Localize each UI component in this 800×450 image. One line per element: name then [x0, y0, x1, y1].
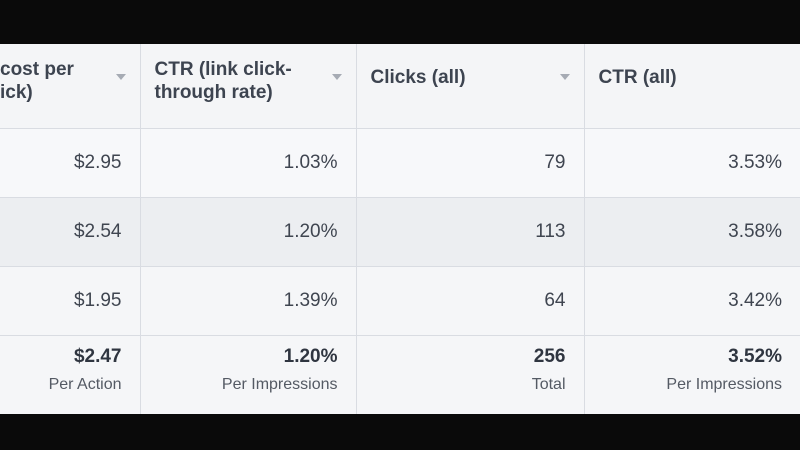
summary-cell-clicks-all: 256 Total [356, 335, 585, 414]
sort-chevron-icon[interactable] [115, 74, 126, 80]
ads-report-table: cost per ick) CTR (link click- through r… [0, 44, 800, 414]
column-header-label: CTR (link click- through rate) [154, 59, 292, 103]
summary-value: 1.20% [283, 346, 338, 367]
cell-cost-per-click: $1.95 [0, 266, 141, 336]
table-row: $2.95 1.03% 79 3.53% [0, 128, 800, 198]
monitor-screen: cost per ick) CTR (link click- through r… [0, 44, 800, 414]
column-header-ctr-all[interactable]: CTR (all) [584, 44, 800, 129]
photo-frame: cost per ick) CTR (link click- through r… [0, 0, 800, 450]
summary-value: 3.52% [728, 346, 782, 367]
summary-cell-ctr-link: 1.20% Per Impressions [140, 335, 357, 414]
summary-caption: Per Impressions [221, 376, 338, 393]
column-header-ctr-link[interactable]: CTR (link click- through rate) [140, 44, 357, 129]
table-row: $1.95 1.39% 64 3.42% [0, 266, 800, 336]
cell-clicks-all: 113 [356, 197, 585, 267]
summary-cell-cost-per-click: $2.47 Per Action [0, 335, 141, 414]
column-header-label: cost per ick) [0, 59, 74, 103]
column-header-label: CTR (all) [598, 67, 677, 88]
sort-chevron-icon[interactable] [331, 74, 342, 80]
summary-caption: Total [531, 376, 566, 393]
summary-value: $2.47 [73, 346, 122, 367]
cell-cost-per-click: $2.54 [0, 197, 141, 267]
sort-chevron-icon[interactable] [559, 74, 570, 80]
cell-ctr-all: 3.42% [584, 266, 800, 336]
cell-ctr-link: 1.20% [140, 197, 357, 267]
cell-ctr-all: 3.58% [584, 197, 800, 267]
ads-report-table-wrap: cost per ick) CTR (link click- through r… [0, 44, 800, 414]
cell-ctr-link: 1.03% [140, 128, 357, 198]
cell-clicks-all: 64 [356, 266, 585, 336]
column-header-label: Clicks (all) [370, 67, 466, 88]
table-row: $2.54 1.20% 113 3.58% [0, 197, 800, 267]
summary-caption: Per Impressions [666, 376, 782, 393]
cell-cost-per-click: $2.95 [0, 128, 141, 198]
summary-value: 256 [533, 346, 566, 367]
column-header-cost-per-click[interactable]: cost per ick) [0, 44, 141, 129]
summary-caption: Per Action [48, 376, 122, 393]
header-row: cost per ick) CTR (link click- through r… [0, 44, 800, 129]
cell-ctr-link: 1.39% [140, 266, 357, 336]
summary-row: $2.47 Per Action 1.20% Per Impressions 2… [0, 335, 800, 414]
cell-clicks-all: 79 [356, 128, 585, 198]
summary-cell-ctr-all: 3.52% Per Impressions [584, 335, 800, 414]
cell-ctr-all: 3.53% [584, 128, 800, 198]
column-header-clicks-all[interactable]: Clicks (all) [356, 44, 585, 129]
